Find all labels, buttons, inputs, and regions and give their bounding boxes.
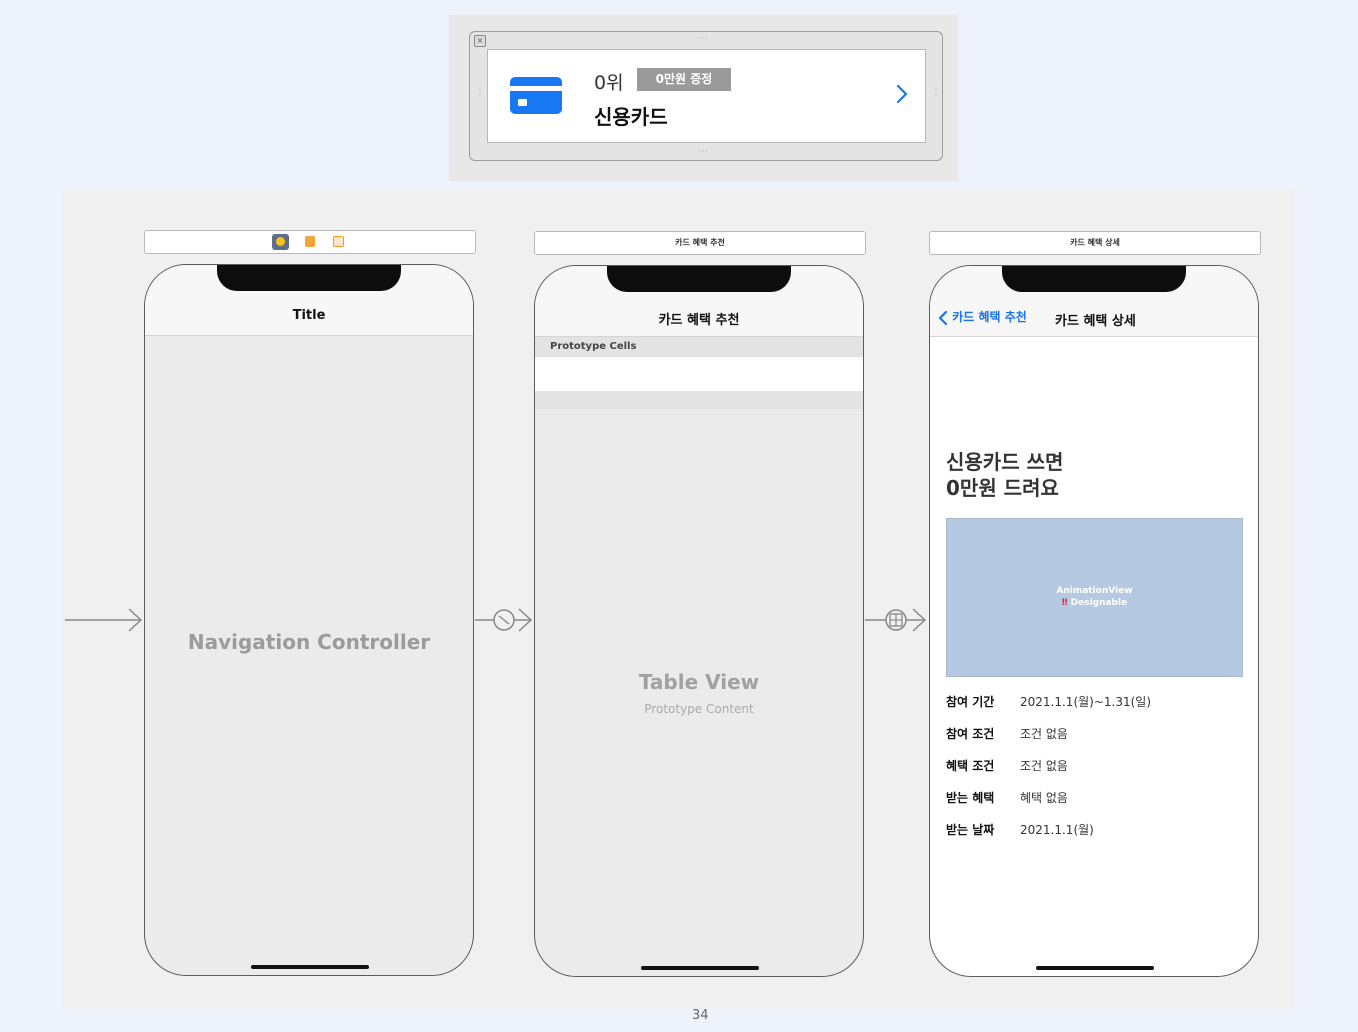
info-value: 조건 없음: [1020, 727, 1068, 741]
nav-title: 카드 혜택 상세: [1055, 314, 1136, 329]
resize-handle-top[interactable]: ···: [698, 35, 709, 43]
scene-dock-detail[interactable]: 카드 혜택 상세: [929, 231, 1261, 255]
device-notch: [607, 266, 791, 292]
info-value: 조건 없음: [1020, 759, 1068, 773]
chevron-left-icon: [938, 310, 948, 325]
animation-view[interactable]: AnimationView ‼ Designable: [946, 518, 1243, 677]
prototype-content-label: Prototype Content: [644, 702, 754, 716]
segue-root-arrow[interactable]: [475, 608, 535, 632]
scene-dock-table[interactable]: 카드 혜택 추천: [534, 231, 866, 255]
home-indicator: [641, 966, 759, 970]
section-header: Prototype Cells: [535, 337, 863, 357]
info-label: 혜택 조건: [946, 759, 995, 773]
first-responder-icon[interactable]: [305, 236, 315, 247]
section-header-label: Prototype Cells: [550, 341, 637, 352]
info-value: 2021.1.1(월): [1020, 823, 1094, 837]
warning-icon: ‼: [1061, 598, 1068, 608]
home-indicator: [251, 965, 369, 969]
resize-handle-bottom[interactable]: ···: [698, 148, 709, 156]
info-label: 받는 혜택: [946, 791, 995, 805]
segue-show-arrow[interactable]: [865, 608, 929, 632]
resize-handle-right[interactable]: ···: [931, 87, 940, 98]
headline: 신용카드 쓰면 0만원 드려요: [946, 449, 1063, 501]
table-cell-frame[interactable]: × ··· ··· ··· ··· 0위 0만원 증정 신용카드: [469, 31, 943, 161]
rank-label: 0위: [594, 72, 624, 94]
info-label: 참여 기간: [946, 695, 995, 709]
designable-status: ‼ Designable: [947, 598, 1242, 608]
navigation-controller-label: Navigation Controller: [187, 630, 431, 654]
resize-handle-left[interactable]: ···: [475, 87, 484, 98]
back-button[interactable]: 카드 혜택 추천: [938, 308, 1027, 326]
table-view-scene[interactable]: 카드 혜택 추천 Prototype Cells Table View Prot…: [534, 265, 864, 977]
info-label: 참여 조건: [946, 727, 995, 741]
headline-line-2: 0만원 드려요: [946, 476, 1059, 500]
storyboard-canvas[interactable]: Title Navigation Controller 카드 혜택 추천 카드 …: [63, 190, 1293, 1008]
exit-icon[interactable]: [333, 236, 344, 247]
info-label: 받는 날짜: [946, 823, 995, 837]
table-cell-content: 0위 0만원 증정 신용카드: [487, 49, 926, 143]
chevron-right-icon[interactable]: [896, 84, 908, 104]
info-value: 혜택 없음: [1020, 791, 1068, 805]
detail-scene[interactable]: 카드 혜택 추천 카드 혜택 상세 신용카드 쓰면 0만원 드려요 Animat…: [929, 265, 1259, 977]
device-notch: [217, 265, 401, 291]
credit-card-icon: [510, 77, 562, 114]
benefit-badge: 0만원 증정: [637, 68, 731, 91]
card-name-label: 신용카드: [594, 105, 668, 129]
back-button-label: 카드 혜택 추천: [952, 310, 1027, 324]
designable-label: Designable: [1070, 598, 1128, 608]
table-view-label: Table View: [638, 670, 760, 694]
prototype-cell[interactable]: [535, 357, 863, 391]
nav-title: Title: [292, 308, 326, 323]
close-icon[interactable]: ×: [474, 35, 486, 47]
initial-entry-arrow: [65, 608, 143, 632]
animation-view-label: AnimationView: [1056, 586, 1133, 596]
scene-dock-navigation[interactable]: [144, 230, 476, 254]
home-indicator: [1036, 966, 1154, 970]
cell-preview: × ··· ··· ··· ··· 0위 0만원 증정 신용카드: [449, 15, 958, 181]
page-number: 34: [692, 1008, 709, 1023]
device-notch: [1002, 266, 1186, 292]
info-value: 2021.1.1(월)~1.31(일): [1020, 695, 1152, 709]
navigation-controller-scene[interactable]: Title Navigation Controller: [144, 264, 474, 976]
headline-line-1: 신용카드 쓰면: [946, 450, 1064, 474]
nav-title: 카드 혜택 추천: [658, 313, 740, 328]
view-controller-icon[interactable]: [272, 234, 289, 250]
table-separator: [535, 391, 863, 409]
